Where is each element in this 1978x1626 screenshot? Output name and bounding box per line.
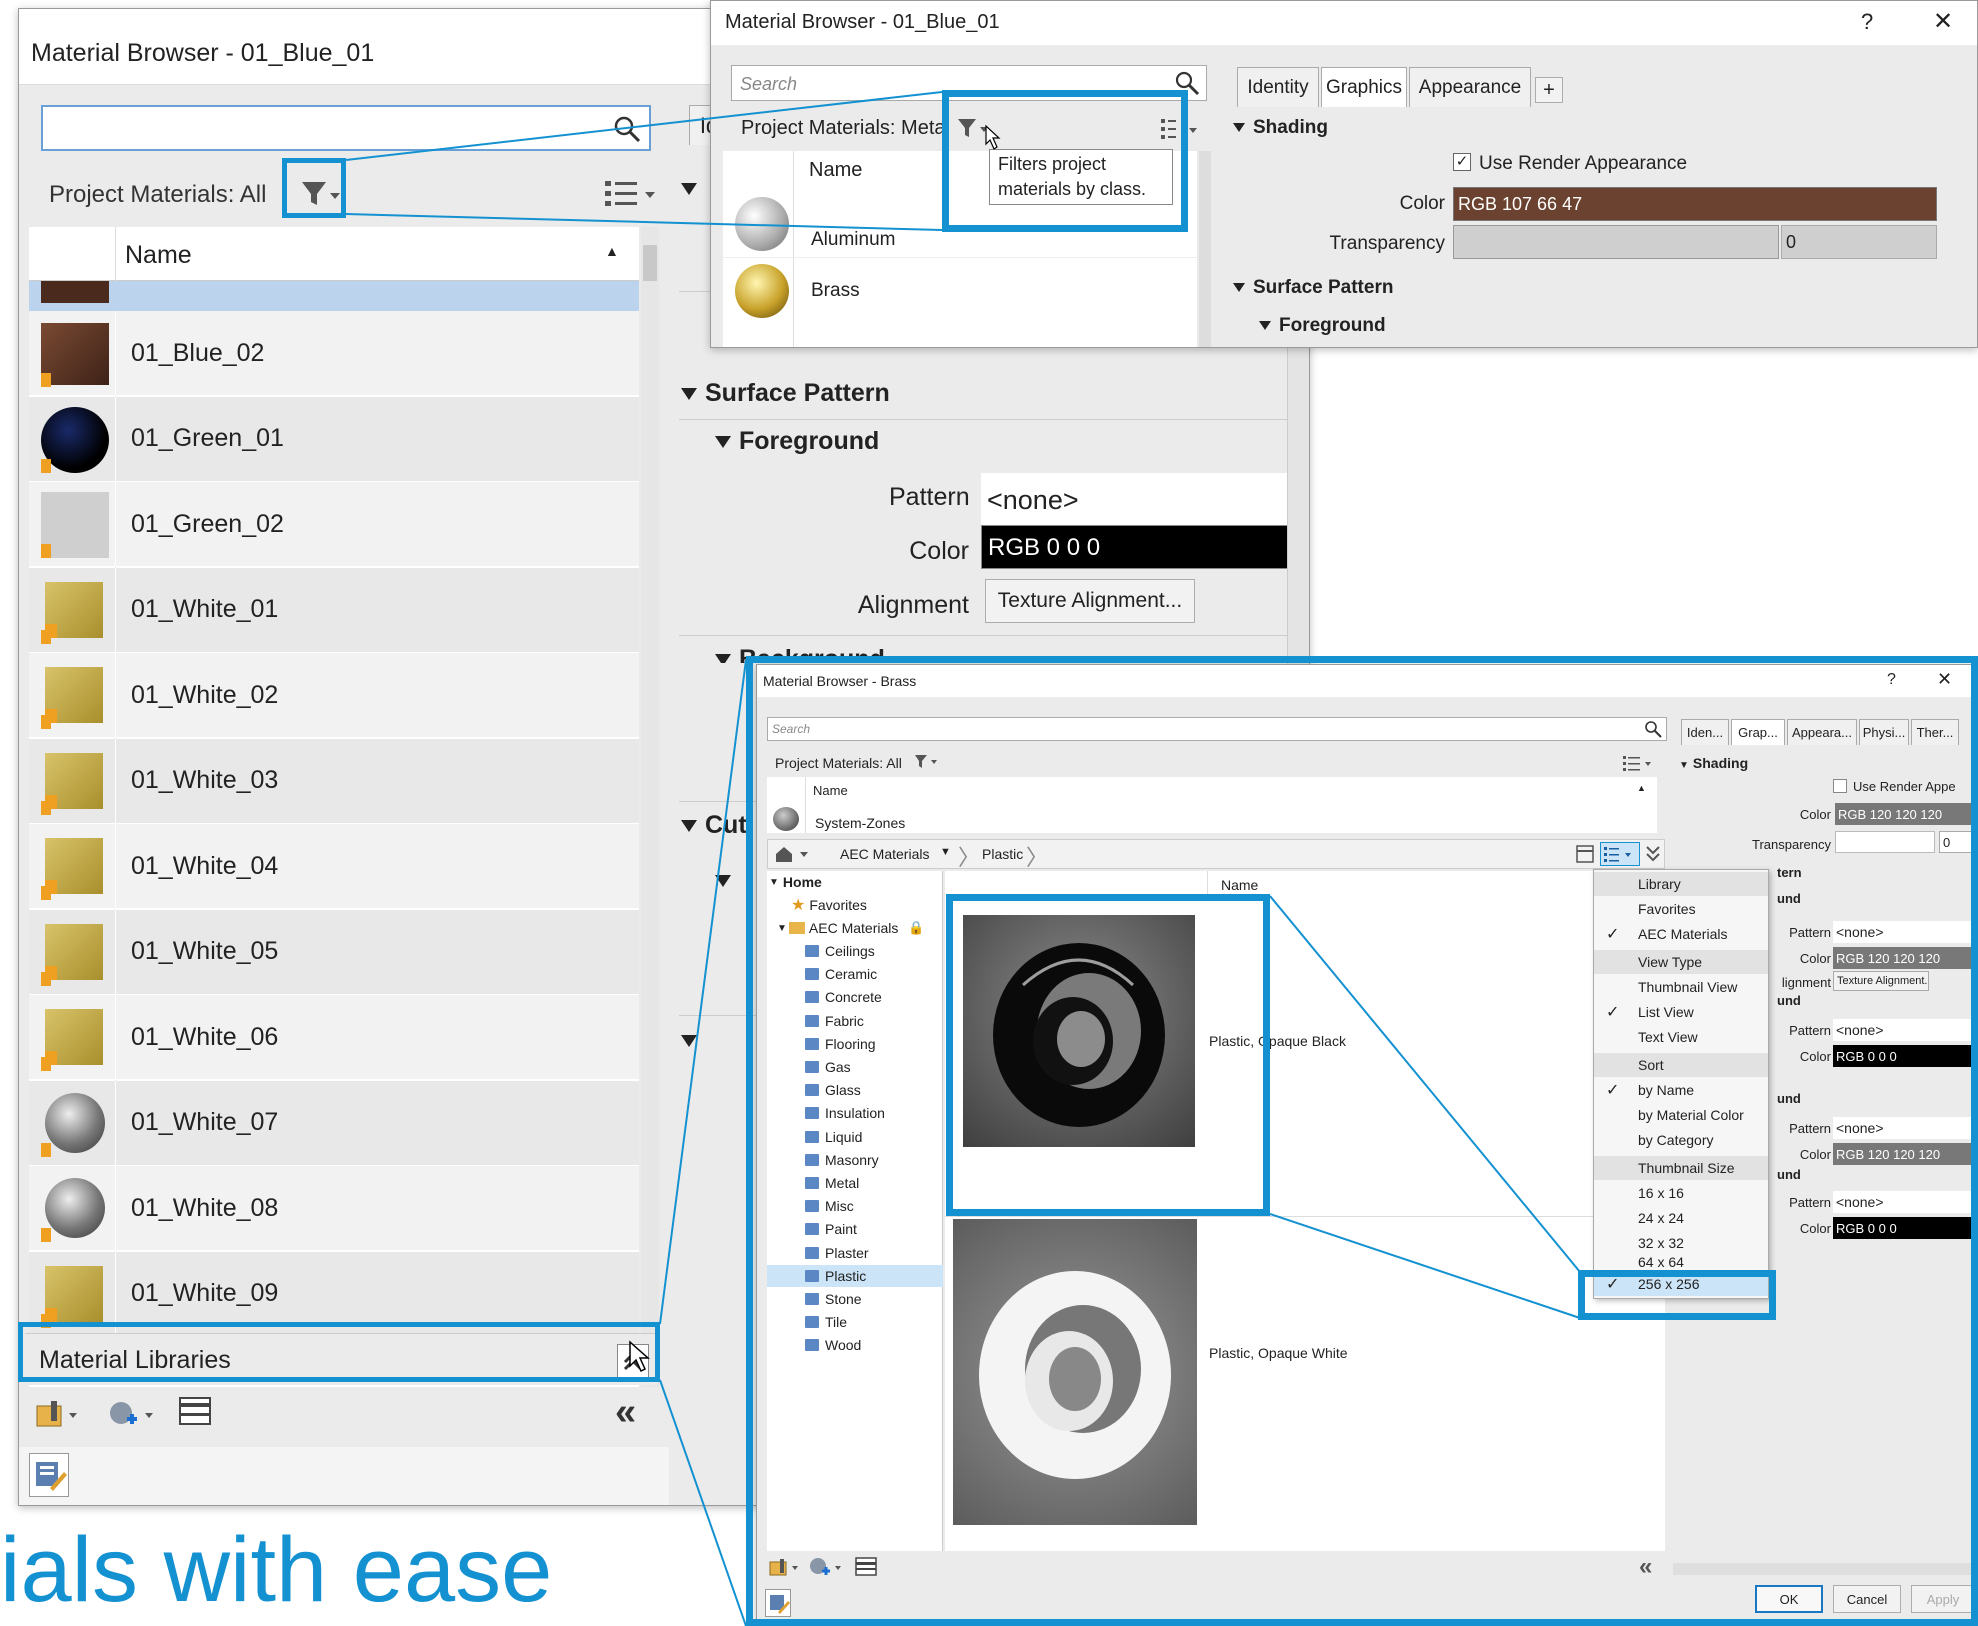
mouse-cursor-icon: [628, 1340, 654, 1379]
callout-connector-lines: [345, 91, 1581, 1626]
mouse-cursor-icon: [984, 124, 1004, 157]
headline-text: ials with ease: [0, 1519, 553, 1621]
